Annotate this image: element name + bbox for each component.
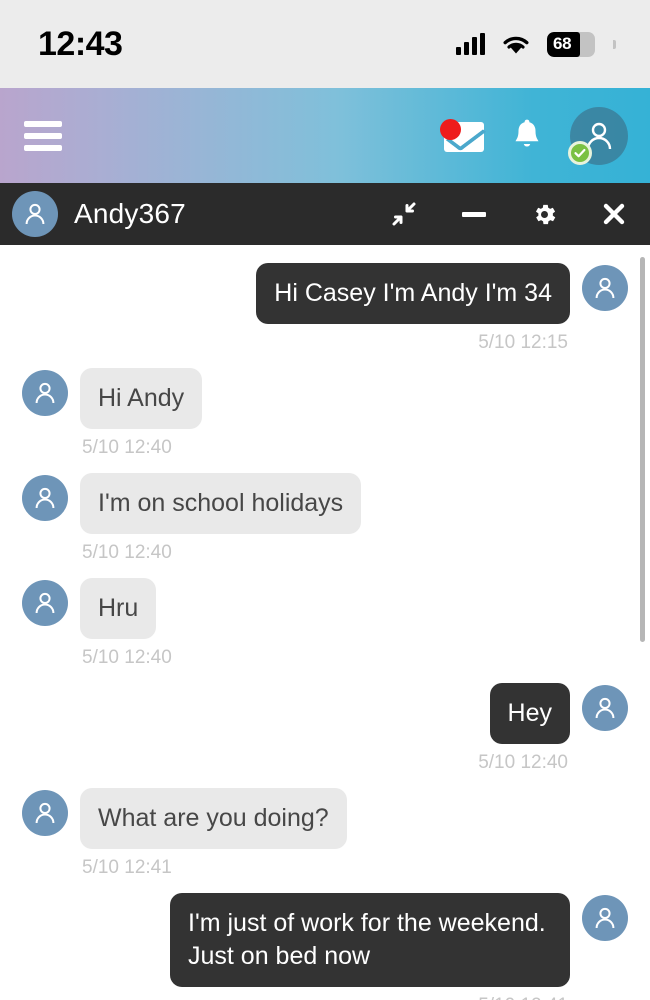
hamburger-menu-icon[interactable] xyxy=(24,115,62,157)
battery-percent: 68 xyxy=(553,34,572,53)
wifi-icon xyxy=(502,34,530,55)
chat-scrollbar[interactable] xyxy=(640,257,645,642)
battery-icon: 68 xyxy=(547,31,595,57)
online-check-badge-icon xyxy=(568,140,592,165)
message-row: Hru xyxy=(0,578,650,639)
message-timestamp: 5/10 12:15 xyxy=(478,332,568,353)
message-timestamp: 5/10 12:40 xyxy=(82,647,172,668)
status-bar: 12:43 68 xyxy=(0,0,650,88)
phone-screen: 12:43 68 Andy367 Hi Casey I'm Andy I'm 3… xyxy=(0,0,650,1000)
message-avatar-icon xyxy=(22,790,68,836)
message-avatar-icon xyxy=(22,475,68,521)
message-row: Hi Casey I'm Andy I'm 34 xyxy=(0,263,650,324)
message-bubble[interactable]: Hi Casey I'm Andy I'm 34 xyxy=(256,263,570,324)
message-avatar-icon xyxy=(582,895,628,941)
message-timestamp: 5/10 12:40 xyxy=(82,542,172,563)
message-row: I'm on school holidays xyxy=(0,473,650,534)
message-list[interactable]: Hi Casey I'm Andy I'm 34 5/10 12:15 Hi And… xyxy=(0,245,650,1000)
message-timestamp: 5/10 12:41 xyxy=(0,989,650,1000)
unread-badge-dot xyxy=(440,118,461,140)
message-timestamp: 5/10 12:40 xyxy=(478,752,568,773)
message-avatar-icon xyxy=(22,580,68,626)
status-indicators: 68 xyxy=(456,31,616,57)
mail-envelope-icon[interactable] xyxy=(440,118,484,153)
message-avatar-icon xyxy=(22,370,68,416)
gear-icon[interactable] xyxy=(530,200,558,228)
message-row: Hey xyxy=(0,683,650,744)
message-timestamp: 5/10 12:41 xyxy=(82,857,172,878)
message-bubble[interactable]: Hey xyxy=(489,683,570,744)
message-avatar-icon xyxy=(582,265,628,311)
message-timestamp: 5/10 12:40 xyxy=(82,437,172,458)
chat-contact[interactable]: Andy367 xyxy=(12,191,186,237)
contact-avatar-icon xyxy=(12,191,58,237)
chat-contact-name: Andy367 xyxy=(74,198,186,229)
user-avatar[interactable] xyxy=(568,106,628,165)
collapse-arrows-icon[interactable] xyxy=(390,200,418,228)
message-avatar-icon xyxy=(582,685,628,731)
battery-nub xyxy=(613,39,616,49)
close-x-icon[interactable] xyxy=(600,200,628,228)
message-bubble[interactable]: What are you doing? xyxy=(80,788,347,849)
message-bubble[interactable]: I'm just of work for the weekend. Just o… xyxy=(170,893,570,987)
minimize-dash-icon[interactable] xyxy=(460,200,488,228)
message-row: I'm just of work for the weekend. Just o… xyxy=(0,893,650,987)
message-row: Hi Andy xyxy=(0,368,650,429)
chat-window-controls xyxy=(390,200,628,228)
message-bubble[interactable]: Hru xyxy=(80,578,157,639)
message-row: What are you doing? xyxy=(0,788,650,849)
message-bubble[interactable]: Hi Andy xyxy=(80,368,203,429)
cellular-signal-icon xyxy=(456,33,485,55)
message-bubble[interactable]: I'm on school holidays xyxy=(80,473,362,534)
status-time: 12:43 xyxy=(38,24,123,63)
app-header-bar xyxy=(0,88,650,183)
chat-title-bar: Andy367 xyxy=(0,183,650,245)
notification-bell-icon[interactable] xyxy=(512,119,542,153)
app-header-actions xyxy=(440,106,628,165)
